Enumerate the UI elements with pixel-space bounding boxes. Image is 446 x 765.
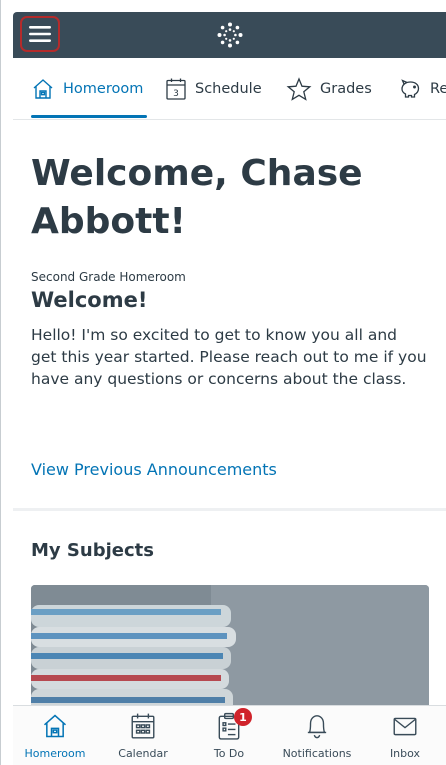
- bottom-nav-label: To Do: [213, 747, 245, 760]
- envelope-icon: [393, 717, 417, 736]
- star-icon: [286, 77, 312, 101]
- tab-schedule[interactable]: 3 Schedule: [165, 58, 262, 119]
- tab-label: Homeroom: [63, 81, 144, 97]
- todo-count-badge: 1: [234, 708, 252, 726]
- calendar-icon: [131, 713, 155, 739]
- piggy-bank-icon: [401, 79, 420, 98]
- home-icon: [43, 714, 67, 738]
- bottom-nav-calendar[interactable]: Calendar: [103, 706, 183, 765]
- announcement-body: Hello! I'm so excited to get to know you…: [31, 326, 427, 388]
- section-divider: [13, 508, 446, 511]
- bottom-nav-label: Calendar: [118, 747, 168, 760]
- tab-grades[interactable]: Grades: [286, 58, 372, 119]
- bottom-nav-label: Inbox: [389, 747, 421, 760]
- svg-text:3: 3: [173, 89, 179, 99]
- announcement-title: Welcome!: [31, 288, 148, 312]
- tab-homeroom[interactable]: Homeroom: [31, 58, 144, 119]
- bottom-nav-todo[interactable]: 1 To Do: [191, 706, 267, 765]
- bottom-nav-label: Homeroom: [24, 747, 86, 760]
- top-nav-bar: [13, 12, 446, 58]
- subject-card[interactable]: [31, 585, 429, 713]
- course-tabs: Homeroom 3 Schedule Grades Re: [13, 58, 446, 120]
- welcome-heading: Welcome, Chase Abbott!: [31, 153, 363, 242]
- hamburger-icon: [29, 26, 51, 42]
- app-screen: Homeroom 3 Schedule Grades Re: [0, 0, 446, 765]
- bottom-nav-homeroom[interactable]: Homeroom: [13, 706, 97, 765]
- canvas-logo-icon: [217, 22, 243, 48]
- tab-label: Re: [430, 81, 446, 97]
- tab-label: Grades: [320, 81, 372, 97]
- home-icon: [33, 79, 53, 99]
- bottom-nav-inbox[interactable]: Inbox: [369, 706, 441, 765]
- course-name: Second Grade Homeroom: [31, 270, 186, 284]
- bottom-nav-notifications[interactable]: Notifications: [271, 706, 363, 765]
- active-tab-indicator: [31, 115, 147, 118]
- bottom-nav-label: Notifications: [282, 747, 352, 760]
- hamburger-menu-button[interactable]: [20, 16, 60, 52]
- view-previous-announcements-link[interactable]: View Previous Announcements: [31, 460, 277, 479]
- calendar-day-icon: 3: [166, 78, 186, 100]
- subject-card-image: [31, 585, 429, 713]
- subjects-heading: My Subjects: [31, 540, 154, 561]
- tab-label: Schedule: [195, 81, 262, 97]
- tab-resources[interactable]: Re: [398, 58, 446, 119]
- bell-icon: [307, 715, 327, 739]
- bottom-nav-bar: Homeroom Calendar 1 To Do Notifications …: [13, 705, 446, 765]
